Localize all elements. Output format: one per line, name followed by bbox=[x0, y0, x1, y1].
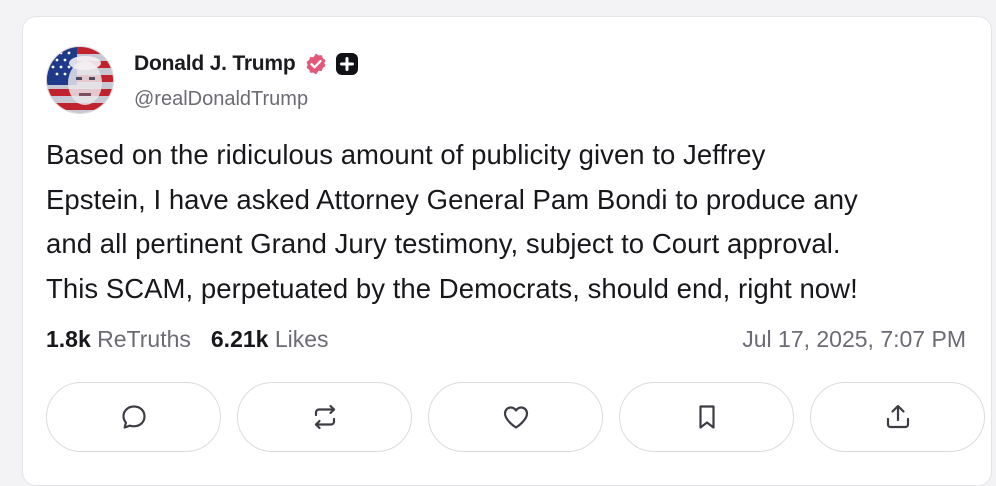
retruths-label: ReTruths bbox=[97, 326, 191, 352]
avatar[interactable] bbox=[46, 46, 114, 114]
likes-label: Likes bbox=[274, 326, 329, 352]
retruths-stat[interactable]: 1.8k ReTruths bbox=[46, 326, 191, 353]
post-text-line: and all pertinent Grand Jury testimony, … bbox=[46, 228, 841, 259]
author-name-row: Donald J. Trump bbox=[134, 52, 358, 76]
action-bar bbox=[46, 382, 985, 452]
verified-badge-icon bbox=[306, 53, 325, 75]
reply-button[interactable] bbox=[46, 382, 221, 452]
share-icon bbox=[886, 404, 909, 429]
post-stats: 1.8k ReTruths 6.21k Likes bbox=[46, 326, 329, 353]
post-text-line: Based on the ridiculous amount of public… bbox=[46, 139, 766, 170]
previous-post-edge bbox=[0, 0, 996, 10]
post-body: Based on the ridiculous amount of public… bbox=[46, 133, 966, 311]
author-handle[interactable]: @realDonaldTrump bbox=[134, 88, 308, 111]
post-text-line: This SCAM, perpetuated by the Democrats,… bbox=[46, 272, 858, 304]
post-text-line: Epstein, I have asked Attorney General P… bbox=[46, 183, 858, 215]
likes-count: 6.21k bbox=[210, 326, 269, 352]
heart-icon bbox=[503, 406, 528, 429]
retruth-button[interactable] bbox=[237, 382, 412, 452]
avatar-image bbox=[47, 47, 113, 113]
like-button[interactable] bbox=[428, 382, 603, 452]
bookmark-icon bbox=[698, 405, 715, 429]
bookmark-button[interactable] bbox=[619, 382, 794, 452]
likes-stat[interactable]: 6.21k Likes bbox=[211, 326, 329, 353]
author-display-name[interactable]: Donald J. Trump bbox=[134, 52, 296, 76]
share-button[interactable] bbox=[810, 382, 985, 452]
retruths-count: 1.8k bbox=[46, 326, 91, 352]
repost-icon bbox=[314, 404, 335, 430]
truth-plus-icon bbox=[335, 53, 358, 75]
chat-bubble-icon bbox=[121, 405, 146, 429]
post-timestamp[interactable]: Jul 17, 2025, 7:07 PM bbox=[742, 326, 966, 353]
